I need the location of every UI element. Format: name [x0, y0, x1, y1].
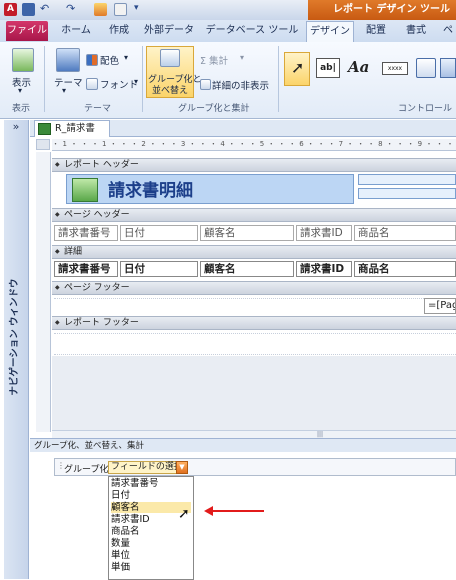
tab-file[interactable]: ファイル: [6, 21, 48, 41]
field-option-quantity[interactable]: 数量: [111, 538, 191, 549]
annotation-arrow-line: [212, 510, 264, 512]
hyperlink-control-icon[interactable]: [440, 58, 456, 78]
date-field[interactable]: [358, 174, 456, 185]
theme-button[interactable]: テーマ: [54, 75, 83, 89]
group-label-grouping: グループ化と集計: [178, 104, 250, 114]
redo-icon[interactable]: ↷: [66, 3, 79, 16]
group-separator: [44, 46, 45, 112]
section-page-header[interactable]: ページ ヘッダー: [52, 208, 456, 222]
detail-field-invoice-no[interactable]: 請求書番号: [54, 261, 118, 277]
group-on-label: グループ化:: [64, 465, 112, 475]
view-icon[interactable]: [12, 48, 34, 72]
fonts-button[interactable]: フォント: [100, 77, 138, 91]
totals-button[interactable]: Σ 集計: [200, 53, 228, 67]
theme-icon[interactable]: [56, 48, 80, 72]
nav-pane-label: ナビゲーション ウィンドウ: [9, 278, 20, 396]
group-separator: [278, 46, 279, 112]
field-option-unit[interactable]: 単位: [111, 550, 191, 561]
quick-access-tool-icon[interactable]: [94, 3, 107, 16]
header-label-customer[interactable]: 顧客名: [200, 225, 294, 241]
fonts-icon[interactable]: [86, 78, 98, 90]
header-label-invoice-id[interactable]: 請求書ID: [296, 225, 352, 241]
header-label-date[interactable]: 日付: [120, 225, 198, 241]
fonts-dropdown-icon[interactable]: ▾: [134, 77, 138, 86]
tab-control-icon[interactable]: [416, 58, 436, 78]
header-label-invoice-no[interactable]: 請求書番号: [54, 225, 118, 241]
field-option-invoice-no[interactable]: 請求書番号: [111, 478, 191, 489]
group-sort-label-line2: 並べ替え: [152, 86, 189, 96]
textbox-control-icon[interactable]: ab|: [316, 58, 340, 78]
undo-icon[interactable]: ↶: [40, 3, 53, 16]
customize-qat-icon[interactable]: ▾: [134, 3, 139, 13]
view-dropdown-icon[interactable]: ▾: [18, 86, 22, 95]
scroll-thumb-grip-icon[interactable]: |||: [314, 431, 326, 438]
report-selector[interactable]: [36, 139, 50, 150]
theme-dropdown-icon[interactable]: ▾: [62, 86, 66, 95]
tab-page-setup[interactable]: ペ: [440, 21, 456, 41]
field-option-product[interactable]: 商品名: [111, 526, 191, 537]
label-control-icon[interactable]: Aa: [348, 58, 369, 76]
tab-create[interactable]: 作成: [100, 21, 138, 41]
colors-dropdown-icon[interactable]: ▾: [124, 53, 128, 62]
tab-design[interactable]: デザイン: [306, 21, 354, 42]
page-number-field[interactable]: =[Pag: [424, 298, 456, 314]
totals-dropdown-icon[interactable]: ▾: [240, 53, 244, 62]
hide-details-icon[interactable]: [200, 79, 211, 90]
time-field[interactable]: [358, 188, 456, 199]
group-label-controls: コントロール: [398, 104, 453, 114]
vertical-ruler[interactable]: [36, 152, 51, 432]
context-tool-title: レポート デザイン ツール: [308, 0, 456, 20]
access-app-icon[interactable]: A: [4, 3, 17, 16]
colors-icon[interactable]: [86, 54, 98, 66]
report-logo-icon[interactable]: [72, 178, 98, 202]
hide-details-button[interactable]: 詳細の非表示: [212, 78, 269, 92]
section-report-header[interactable]: レポート ヘッダー: [52, 158, 456, 172]
nav-pane-toggle[interactable]: »: [4, 120, 28, 136]
section-detail[interactable]: 詳細: [52, 245, 456, 259]
report-footer-area[interactable]: [54, 333, 456, 355]
group-sort-icon: [160, 49, 180, 67]
group-separator: [142, 46, 143, 112]
tab-arrange[interactable]: 配置: [358, 21, 394, 41]
detail-field-invoice-id[interactable]: 請求書ID: [296, 261, 352, 277]
report-icon: [38, 123, 51, 135]
tab-database-tools[interactable]: データベース ツール: [202, 21, 302, 41]
mouse-cursor-icon: ➚: [178, 506, 190, 522]
group-label-theme: テーマ: [84, 104, 112, 114]
tab-home[interactable]: ホーム: [56, 21, 96, 41]
tab-format[interactable]: 書式: [398, 21, 434, 41]
chevron-down-icon[interactable]: ▼: [176, 461, 188, 474]
field-option-date[interactable]: 日付: [111, 490, 191, 501]
report-title: 請求書明細: [108, 181, 193, 201]
horizontal-ruler[interactable]: ・1・・・1・・・2・・・3・・・4・・・5・・・6・・・7・・・8・・・9・・…: [52, 139, 456, 151]
document-icon[interactable]: [114, 3, 127, 16]
colors-button[interactable]: 配色: [100, 53, 119, 67]
section-report-footer[interactable]: レポート フッター: [52, 316, 456, 330]
detail-field-product[interactable]: 商品名: [354, 261, 456, 277]
page-footer-area[interactable]: [54, 298, 456, 315]
detail-field-date[interactable]: 日付: [120, 261, 198, 277]
header-label-product[interactable]: 商品名: [354, 225, 456, 241]
save-icon[interactable]: [22, 3, 35, 16]
pointer-icon: ➚: [291, 58, 305, 77]
group-label-view: 表示: [12, 104, 31, 114]
tab-external-data[interactable]: 外部データ: [138, 21, 200, 41]
section-page-footer[interactable]: ページ フッター: [52, 281, 456, 295]
group-sort-pane-header: グループ化、並べ替え、集計: [30, 438, 456, 453]
design-canvas-empty: [52, 356, 456, 430]
annotation-arrow-icon: [204, 506, 213, 516]
field-option-unit-price[interactable]: 単価: [111, 562, 191, 573]
detail-field-customer[interactable]: 顧客名: [200, 261, 294, 277]
button-control-icon[interactable]: xxxx: [382, 62, 408, 75]
